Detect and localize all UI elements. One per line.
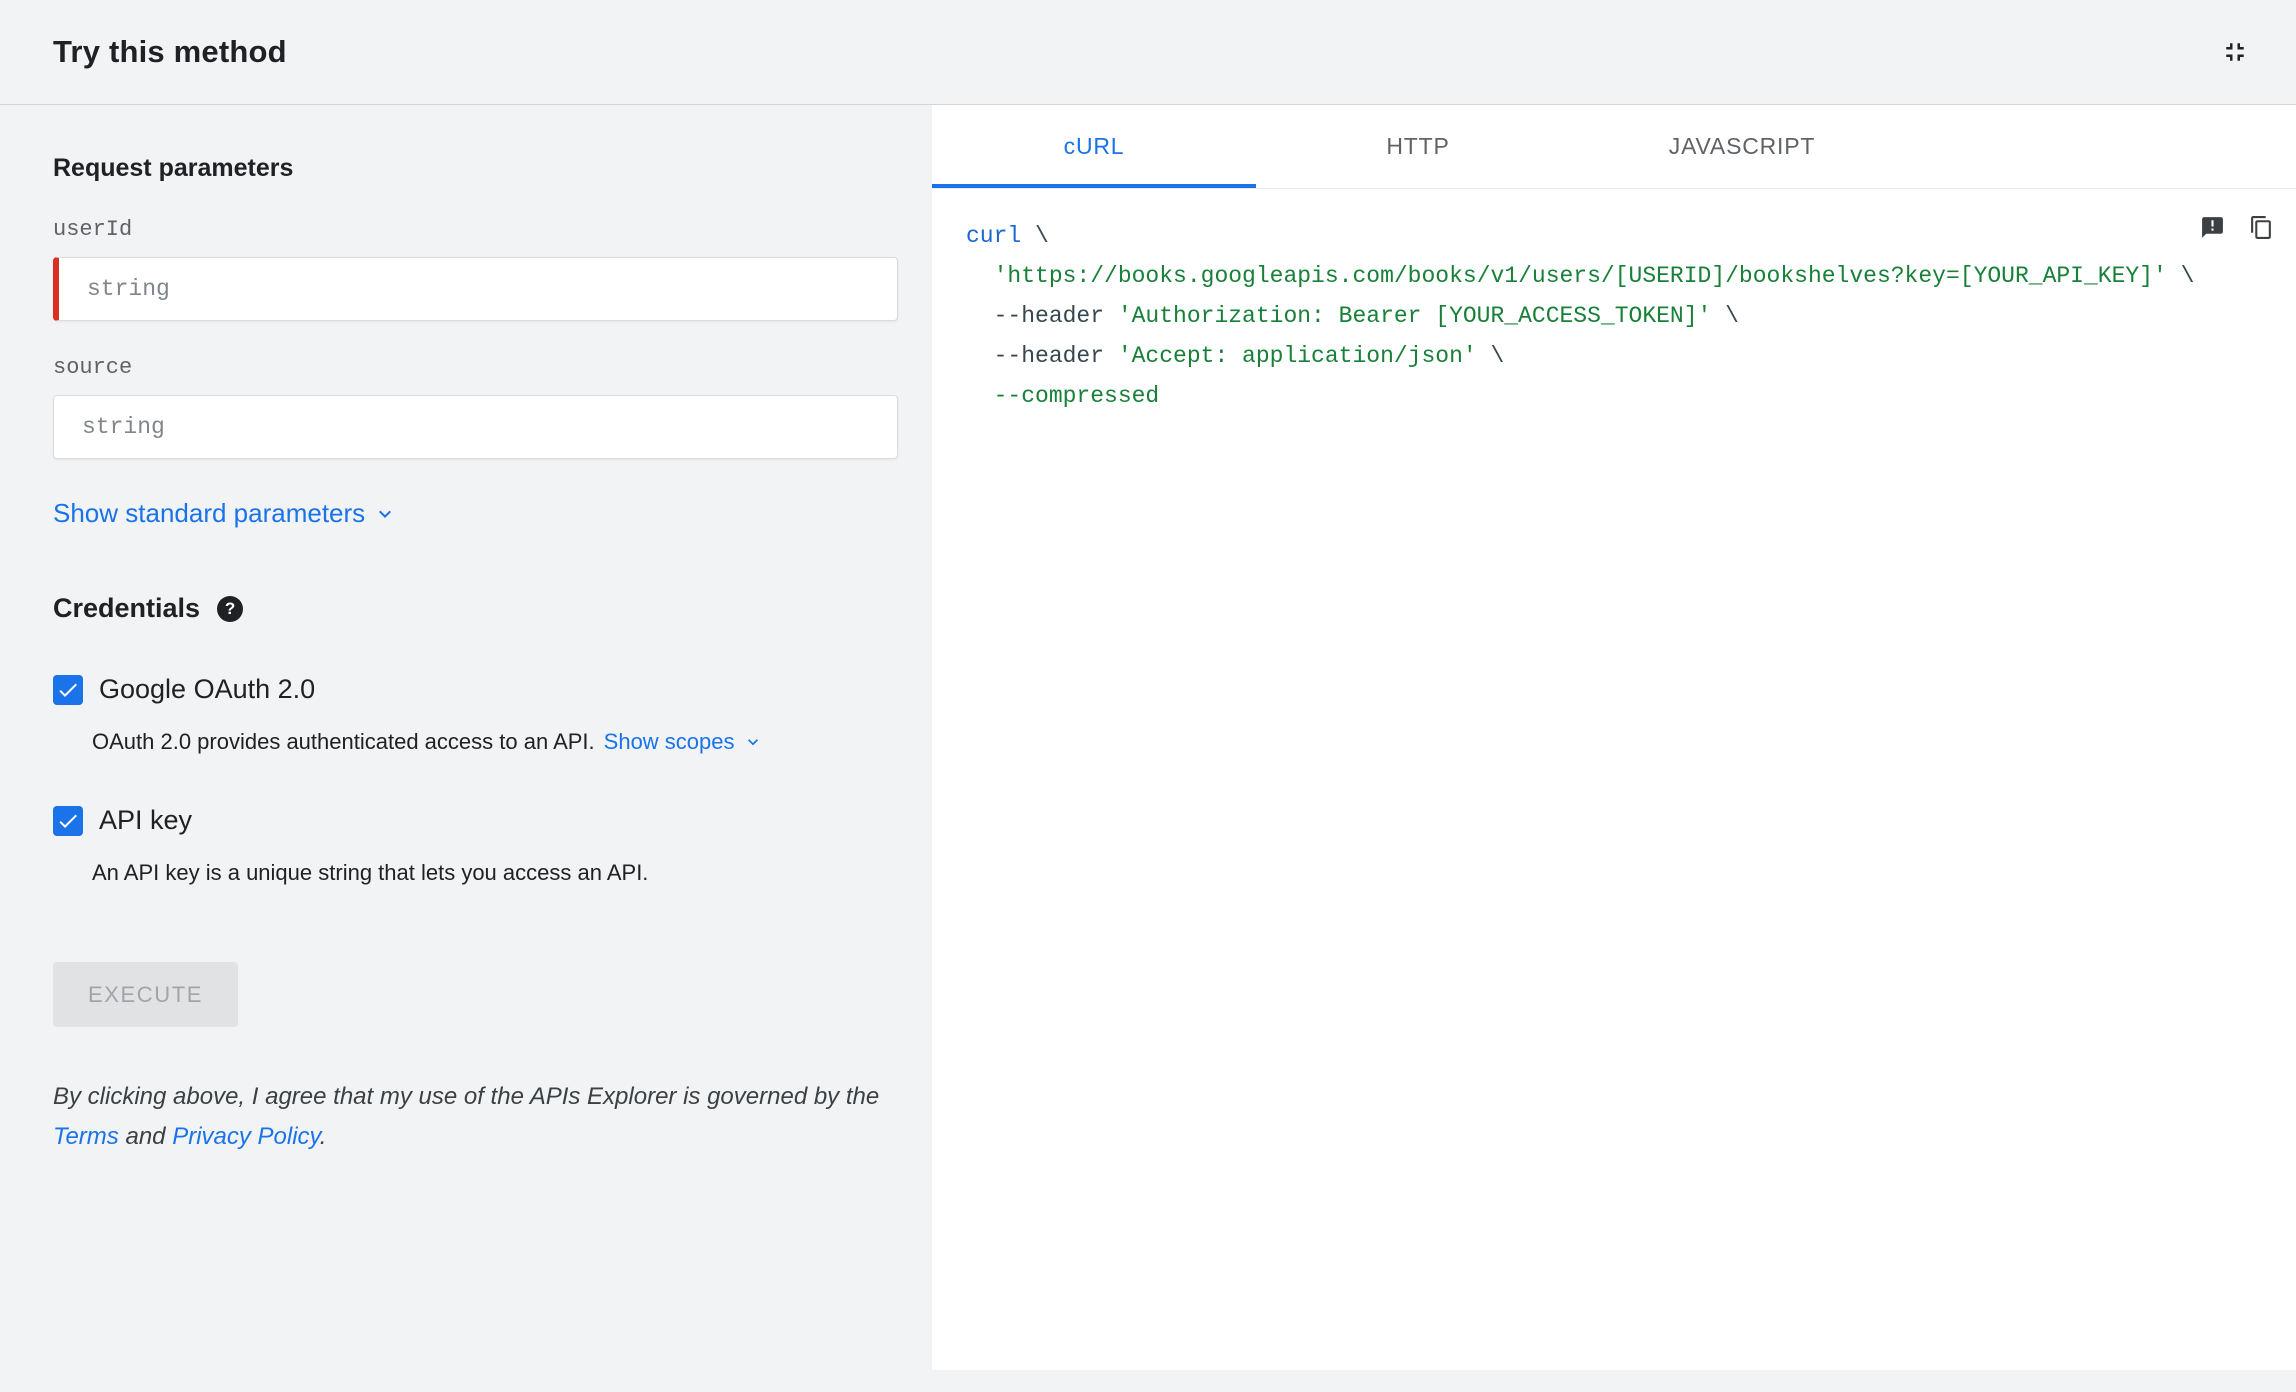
checkmark-icon: [59, 814, 77, 828]
code-language-tabs: cURL HTTP JAVASCRIPT: [932, 105, 2296, 189]
terms-link[interactable]: Terms: [53, 1123, 119, 1150]
chevron-down-icon: [747, 739, 758, 746]
param-row-userid: userId: [53, 217, 898, 321]
code-block: curl \ 'https://books.googleapis.com/boo…: [966, 216, 2272, 416]
disclaimer-text-before: By clicking above, I agree that my use o…: [53, 1083, 880, 1110]
code-action-icons: [2200, 215, 2274, 240]
terms-disclaimer: By clicking above, I agree that my use o…: [53, 1077, 898, 1157]
credentials-header: Credentials ?: [53, 593, 898, 624]
checkmark-icon: [59, 683, 77, 697]
feedback-button[interactable]: [2200, 215, 2225, 240]
oauth-checkbox-row: Google OAuth 2.0: [53, 674, 898, 705]
fullscreen-exit-icon: [2226, 43, 2244, 61]
request-panel: Request parameters userId source Show st…: [0, 105, 932, 1392]
param-row-source: source: [53, 355, 898, 459]
show-scopes-label: Show scopes: [603, 729, 735, 754]
privacy-policy-link[interactable]: Privacy Policy: [172, 1123, 320, 1150]
oauth-description: OAuth 2.0 provides authenticated access …: [92, 729, 898, 755]
apikey-label: API key: [99, 805, 193, 835]
apikey-checkbox[interactable]: [53, 805, 83, 836]
code-line: curl \: [966, 223, 1049, 249]
fullscreen-exit-button[interactable]: [2212, 29, 2258, 75]
help-icon[interactable]: ?: [217, 595, 244, 622]
copy-button[interactable]: [2249, 215, 2274, 240]
code-area: curl \ 'https://books.googleapis.com/boo…: [932, 189, 2296, 1370]
copy-icon: [2251, 216, 2271, 239]
code-line: 'https://books.googleapis.com/books/v1/u…: [993, 263, 2195, 289]
userid-input[interactable]: [53, 257, 898, 321]
oauth-label: Google OAuth 2.0: [99, 674, 316, 704]
dialog-title: Try this method: [53, 34, 287, 69]
code-line: --compressed: [966, 383, 1160, 409]
execute-button[interactable]: EXECUTE: [53, 962, 238, 1027]
dialog-body: Request parameters userId source Show st…: [0, 105, 2296, 1392]
feedback-icon: [2202, 217, 2223, 238]
apikey-checkbox-row: API key: [53, 805, 898, 836]
tab-http[interactable]: HTTP: [1256, 105, 1580, 188]
show-standard-parameters-link[interactable]: Show standard parameters: [53, 498, 397, 529]
try-this-method-dialog: Try this method Request parameters userI…: [0, 0, 2296, 1392]
show-standard-parameters-row: Show standard parameters: [53, 498, 898, 529]
request-parameters-title: Request parameters: [53, 154, 294, 182]
tab-javascript[interactable]: JAVASCRIPT: [1580, 105, 1904, 188]
code-line: --header 'Authorization: Bearer [YOUR_AC…: [966, 303, 1739, 329]
apikey-description-text: An API key is a unique string that lets …: [92, 860, 649, 885]
disclaimer-text-after: .: [319, 1123, 327, 1150]
show-standard-parameters-label: Show standard parameters: [53, 498, 366, 528]
chevron-down-icon: [379, 510, 392, 518]
source-input[interactable]: [53, 395, 898, 459]
oauth-checkbox[interactable]: [53, 674, 83, 705]
tab-curl[interactable]: cURL: [932, 105, 1256, 188]
dialog-header: Try this method: [0, 0, 2296, 105]
credentials-title: Credentials: [53, 593, 201, 623]
oauth-description-text: OAuth 2.0 provides authenticated access …: [92, 729, 595, 754]
code-sample-panel: cURL HTTP JAVASCRIPT curl \ 'https://boo…: [932, 105, 2296, 1370]
param-name-label: source: [53, 355, 133, 380]
apikey-description: An API key is a unique string that lets …: [92, 860, 898, 886]
param-name-label: userId: [53, 217, 133, 242]
code-line: --header 'Accept: application/json' \: [966, 343, 1505, 369]
disclaimer-text-mid: and: [118, 1123, 173, 1150]
show-scopes-link[interactable]: Show scopes: [604, 729, 763, 755]
